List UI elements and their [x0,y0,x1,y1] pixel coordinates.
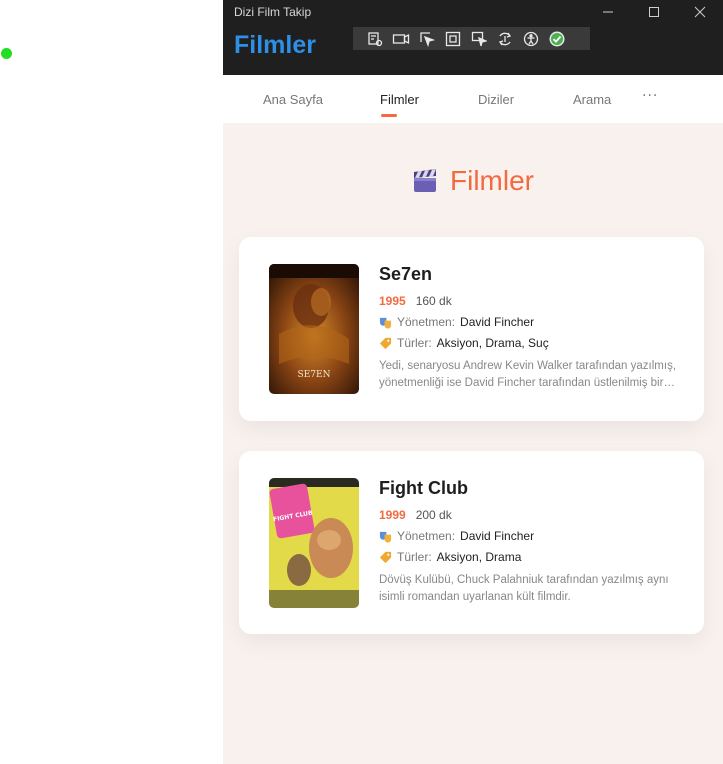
status-dot [1,48,12,59]
movie-card[interactable]: FIGHT CLUB Fight Club 1999 200 dk Yönetme… [239,451,704,634]
movie-description: Yedi, senaryosu Andrew Kevin Walker tara… [379,360,677,389]
movie-title: Fight Club [379,478,468,498]
movie-card[interactable]: SE7EN Se7en 1995 160 dk Yönetmen: David F… [239,237,704,421]
director-label: Yönetmen: [397,315,456,329]
director-name: David Fincher [460,315,535,329]
close-button[interactable] [677,0,723,24]
movie-poster: FIGHT CLUB [269,478,359,608]
director-row: Yönetmen: David Fincher [379,529,680,543]
genres-label: Türler: [397,336,432,350]
tab-ana-sayfa[interactable]: Ana Sayfa [263,92,323,107]
theater-masks-icon [379,531,392,543]
genres-row: Türler: Aksiyon, Drama [379,550,680,564]
track-focused-element-icon[interactable] [469,29,488,48]
genres-value: Aksiyon, Drama, Suç [436,336,549,350]
record-icon[interactable] [391,29,410,48]
movie-info: Fight Club 1999 200 dk Yönetmen: David Fi… [379,478,680,606]
window-title: Dizi Film Takip [234,5,312,19]
page-heading: Filmler [223,165,723,197]
tab-arama[interactable]: Arama [573,92,611,107]
tab-filmler[interactable]: Filmler [380,92,419,107]
director-name: David Fincher [460,529,535,543]
hot-reload-icon[interactable] [495,29,514,48]
movie-year: 1999 [379,508,406,522]
display-layout-adorners-icon[interactable] [443,29,462,48]
movie-title: Se7en [379,264,433,284]
genres-row: Türler: Aksiyon, Drama, Suç [379,336,680,350]
top-navigation: Ana Sayfa Filmler Diziler Arama ··· [223,75,723,123]
genres-label: Türler: [397,550,432,564]
genres-value: Aksiyon, Drama [436,550,522,564]
minimize-button[interactable] [585,0,631,24]
director-row: Yönetmen: David Fincher [379,315,680,329]
poster-title: SE7EN [298,370,331,380]
movie-info: Se7en 1995 160 dk Yönetmen: David Fincher… [379,264,680,392]
app-title: Filmler [234,31,316,59]
movie-duration: 200 dk [415,508,452,522]
accessibility-checker-icon[interactable] [521,29,540,48]
maximize-button[interactable] [631,0,677,24]
theater-masks-icon [379,317,392,329]
director-label: Yönetmen: [397,529,456,543]
clapperboard-icon [414,169,436,192]
close-icon [694,6,706,18]
more-button[interactable]: ··· [642,88,658,104]
tag-icon [379,551,392,563]
debug-toolbar [353,27,590,50]
tag-icon [379,337,392,349]
movie-year: 1995 [379,294,406,308]
select-element-icon[interactable] [417,29,436,48]
title-bar: Dizi Film Takip Filmler [223,0,723,75]
movie-meta: 1999 200 dk [379,508,680,522]
active-tab-indicator [381,114,397,117]
movie-description: Dövüş Kulübü, Chuck Palahniuk tarafından… [379,574,669,603]
page-title: Filmler [450,165,534,196]
maximize-icon [649,7,659,17]
movie-poster: SE7EN [269,264,359,394]
movie-duration: 160 dk [415,294,452,308]
status-ok-icon[interactable] [547,29,566,48]
tab-diziler[interactable]: Diziler [478,92,514,107]
minimize-icon [603,11,613,13]
app-window: Dizi Film Takip Filmler Ana Sayfa Filmle… [223,0,723,764]
live-visual-tree-icon[interactable] [365,29,384,48]
movie-meta: 1995 160 dk [379,294,680,308]
